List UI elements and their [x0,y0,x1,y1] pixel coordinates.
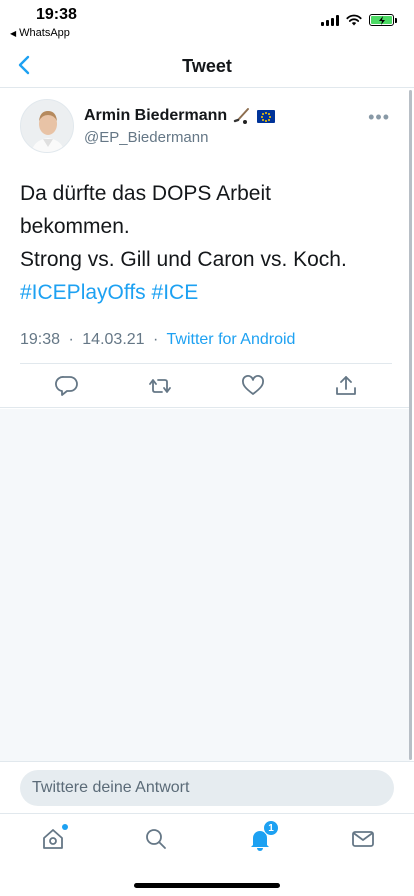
status-time: 19:38 [36,6,77,23]
tab-notifications[interactable]: 1 [247,820,279,852]
page-title: Tweet [182,56,232,76]
empty-replies-area [0,409,410,761]
tab-messages[interactable] [350,826,376,852]
back-to-app-link[interactable]: ◀ WhatsApp [10,27,70,39]
search-icon [146,829,166,849]
author-name[interactable]: Armin Biedermann [84,107,276,125]
hashtag-link[interactable]: #ICE [152,281,199,304]
reply-input[interactable] [20,770,394,806]
divider [20,363,392,364]
tab-home[interactable] [40,824,68,852]
avatar[interactable] [20,99,74,153]
status-bar: 19:38 ◀ WhatsApp [0,0,414,44]
tweet-date: 14.03.21 [82,331,145,348]
tweet-text-line: bekommen. [20,215,130,238]
share-icon[interactable] [333,373,359,399]
hashtag-line: #ICEPlayOffs #ICE [20,276,400,309]
eu-flag-icon [257,109,276,123]
tweet-text-line: Da dürfte das DOPS Arbeit [20,182,271,205]
battery-icon [369,14,397,26]
home-indicator[interactable] [134,883,280,888]
meta-separator: · [68,331,74,348]
reply-icon[interactable] [54,373,80,399]
tweet-text-line: Strong vs. Gill und Caron vs. Koch. [20,248,347,271]
page-header: Tweet [0,44,414,88]
tab-search[interactable] [143,826,169,852]
reply-bar [0,761,414,813]
tweet-text: Da dürfte das DOPS Arbeit bekommen. Stro… [20,177,400,309]
envelope-icon [352,831,374,847]
bottom-tab-bar: 1 [0,813,414,896]
back-triangle-icon: ◀ [10,28,17,38]
notifications-badge: 1 [263,820,279,836]
like-heart-icon[interactable] [240,373,266,399]
cellular-signal-icon [321,14,339,26]
hashtag-link[interactable]: #ICEPlayOffs [20,281,146,304]
back-app-label: WhatsApp [19,27,70,39]
wifi-icon [346,14,362,26]
meta-separator: · [153,331,159,348]
author-name-text: Armin Biedermann [84,107,228,124]
status-icons [321,14,397,26]
tweet-time: 19:38 [20,331,61,348]
more-options-icon[interactable]: ••• [368,107,390,128]
hockey-stick-icon [233,108,250,124]
author-handle[interactable]: @EP_Biedermann [84,129,208,146]
home-icon [43,829,63,849]
tweet-meta: 19:38 · 14.03.21 · Twitter for Android [20,331,295,349]
tweet-actions [0,373,410,401]
retweet-icon[interactable] [147,373,173,399]
tweet-source-link[interactable]: Twitter for Android [167,331,296,348]
tweet-detail: Armin Biedermann @EP_Biedermann ••• Da d… [0,89,410,408]
scrollbar[interactable] [409,90,412,760]
new-content-dot [62,824,68,830]
